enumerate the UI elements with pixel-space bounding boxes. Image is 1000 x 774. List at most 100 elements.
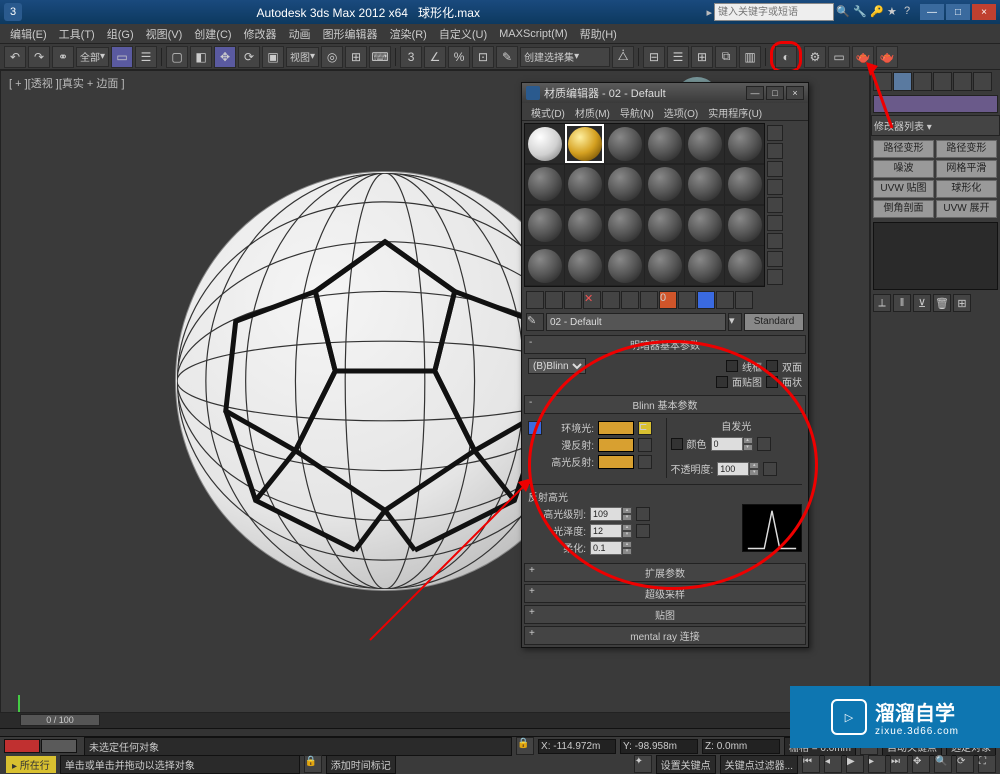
lock-sel-icon[interactable]: 🔒 <box>304 755 322 773</box>
rollout-mentalray[interactable]: +mental ray 连接 <box>524 626 806 645</box>
nav-orbit-icon[interactable]: ⟳ <box>956 755 974 773</box>
prev-frame-icon[interactable]: ◂ <box>824 755 842 773</box>
menu-render[interactable]: 渲染(R) <box>384 24 433 44</box>
show-map-icon[interactable] <box>678 291 696 309</box>
mirror-button[interactable]: ⧊ <box>612 46 634 68</box>
material-slot[interactable] <box>565 165 604 204</box>
lock-colors-icon[interactable]: ⊏ <box>638 421 652 435</box>
search-icon[interactable]: 🔍 <box>836 5 850 19</box>
add-time-tag[interactable]: 添加时间标记 <box>326 755 396 774</box>
minimize-button[interactable]: — <box>920 4 944 20</box>
z-coord-field[interactable]: Z: 0.0mm <box>702 739 780 754</box>
rect-select-icon[interactable]: ▢ <box>166 46 188 68</box>
mat-max-button[interactable]: □ <box>766 86 784 100</box>
opacity-map-button[interactable] <box>763 462 777 476</box>
menu-help[interactable]: 帮助(H) <box>574 24 623 44</box>
create-tab-icon[interactable] <box>873 72 892 91</box>
pivot-icon[interactable]: ◎ <box>321 46 343 68</box>
material-slot[interactable] <box>725 206 764 245</box>
graphite-button[interactable]: ⊞ <box>691 46 713 68</box>
nav-max-icon[interactable]: ⛶ <box>978 755 996 773</box>
material-slot-selected[interactable] <box>565 124 604 163</box>
opacity-spinner[interactable] <box>717 462 749 476</box>
select-by-mat-icon[interactable] <box>767 251 783 267</box>
manip-button[interactable]: ⊞ <box>345 46 367 68</box>
lock-ambient-icon[interactable] <box>528 421 542 435</box>
soften-spinner[interactable] <box>590 541 622 555</box>
assign-material-icon[interactable] <box>564 291 582 309</box>
make-unique-icon[interactable] <box>621 291 639 309</box>
show-end-icon[interactable] <box>697 291 715 309</box>
ref-coord-dropdown[interactable]: 视图 ▾ <box>286 47 319 67</box>
material-type-button[interactable]: Standard <box>744 313 804 331</box>
layers-button[interactable]: ☰ <box>667 46 689 68</box>
mat-menu-options[interactable]: 选项(O) <box>659 103 703 120</box>
display-tab-icon[interactable] <box>953 72 972 91</box>
material-slot[interactable] <box>725 165 764 204</box>
sample-type-icon[interactable] <box>767 125 783 141</box>
name-dropdown-icon[interactable]: ▾ <box>728 313 742 331</box>
select-name-button[interactable]: ☰ <box>135 46 157 68</box>
mat-min-button[interactable]: — <box>746 86 764 100</box>
mod-meshsmooth[interactable]: 网格平滑 <box>936 160 997 178</box>
modify-tab-icon[interactable] <box>893 72 912 91</box>
maximize-button[interactable]: □ <box>946 4 970 20</box>
selfillum-map-button[interactable] <box>757 437 771 451</box>
material-slot[interactable] <box>605 246 644 285</box>
material-slot[interactable] <box>605 124 644 163</box>
y-coord-field[interactable]: Y: -98.958m <box>620 739 698 754</box>
remove-mod-icon[interactable]: 🗑 <box>933 294 951 312</box>
mod-noise[interactable]: 噪波 <box>873 160 934 178</box>
app-icon[interactable]: 3 <box>4 3 22 21</box>
nav-pan-icon[interactable]: ✥ <box>912 755 930 773</box>
anglesnap-button[interactable]: ∠ <box>424 46 446 68</box>
material-slot[interactable] <box>645 206 684 245</box>
menu-group[interactable]: 组(G) <box>101 24 140 44</box>
cb-wire[interactable] <box>726 360 738 372</box>
next-frame-icon[interactable]: ▸ <box>868 755 886 773</box>
mat-close-button[interactable]: × <box>786 86 804 100</box>
mod-pathdeform[interactable]: 路径变形 <box>873 140 934 158</box>
keyboard-button[interactable]: ⌨ <box>369 46 391 68</box>
set-key-icon[interactable]: ✦ <box>634 755 652 773</box>
menu-tools[interactable]: 工具(T) <box>53 24 101 44</box>
align-button[interactable]: ⊟ <box>643 46 665 68</box>
rotate-button[interactable]: ⟳ <box>238 46 260 68</box>
material-slot[interactable] <box>685 124 724 163</box>
curveeditor-button[interactable]: ⧉ <box>715 46 737 68</box>
close-button[interactable]: × <box>972 4 996 20</box>
material-editor-button[interactable]: ◐ <box>775 46 797 68</box>
selection-lock-icon[interactable]: 🔒 <box>516 737 534 755</box>
quick-render-button[interactable]: 🫖 <box>876 46 898 68</box>
selection-filter-dropdown[interactable]: 全部 ▾ <box>76 47 109 67</box>
key-bar-red-icon[interactable] <box>4 739 40 753</box>
speclevel-map-button[interactable] <box>636 507 650 521</box>
menu-customize[interactable]: 自定义(U) <box>433 24 493 44</box>
window-crossing-icon[interactable]: ◧ <box>190 46 212 68</box>
material-slot[interactable] <box>685 206 724 245</box>
time-slider-handle[interactable]: 0 / 100 <box>20 714 100 726</box>
reset-icon[interactable]: ✕ <box>583 291 601 309</box>
render-button[interactable]: 🫖 <box>852 46 874 68</box>
scale-button[interactable]: ▣ <box>262 46 284 68</box>
mat-menu-utilities[interactable]: 实用程序(U) <box>703 103 767 120</box>
rollout-shader-head[interactable]: -明暗器基本参数 <box>524 335 806 354</box>
menu-animation[interactable]: 动画 <box>283 24 317 44</box>
cb-faceted[interactable] <box>766 376 778 388</box>
menu-create[interactable]: 创建(C) <box>188 24 237 44</box>
help-search-input[interactable] <box>714 3 834 21</box>
nav-zoom-icon[interactable]: 🔍 <box>934 755 952 773</box>
mod-uvwunwrap[interactable]: UVW 展开 <box>936 200 997 218</box>
x-coord-field[interactable]: X: -114.972m <box>538 739 616 754</box>
diffuse-map-button[interactable] <box>638 438 652 452</box>
pin-stack-icon[interactable]: ⟂ <box>873 294 891 312</box>
percentsnap-button[interactable]: % <box>448 46 470 68</box>
tool-icon[interactable]: 🔧 <box>853 5 867 19</box>
specular-map-button[interactable] <box>638 455 652 469</box>
spinner-snap-button[interactable]: ⊡ <box>472 46 494 68</box>
play-icon[interactable]: ▶ <box>846 755 864 773</box>
make-copy-icon[interactable] <box>602 291 620 309</box>
background-icon[interactable] <box>767 161 783 177</box>
info-arrow-icon[interactable]: ▸ <box>706 6 712 19</box>
rollout-extended[interactable]: +扩展参数 <box>524 563 806 582</box>
